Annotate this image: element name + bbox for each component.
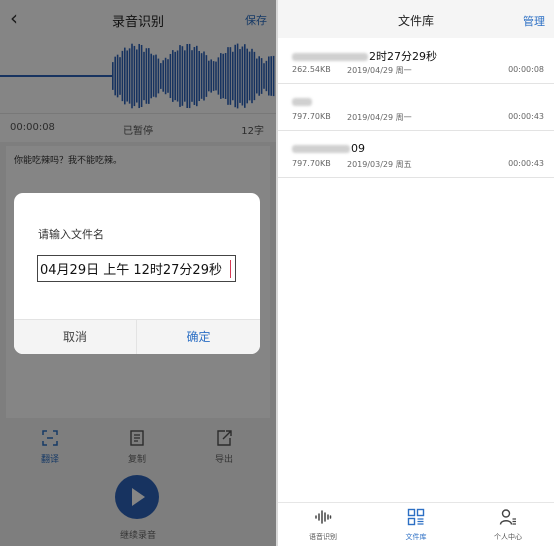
- tab-label: 文件库: [405, 533, 427, 541]
- file-size: 797.70KB: [292, 112, 331, 121]
- redacted-text: [292, 98, 312, 106]
- file-name: 09: [292, 142, 365, 155]
- manage-button[interactable]: 管理: [523, 13, 545, 29]
- file-date: 2019/04/29 周一: [347, 66, 412, 75]
- top-bar: 文件库 管理: [278, 0, 554, 38]
- file-duration: 00:00:43: [508, 112, 544, 121]
- dialog-buttons: 取消 确定: [14, 319, 260, 354]
- redacted-text: [292, 145, 350, 153]
- redacted-text: [292, 53, 368, 61]
- file-date: 2019/04/29 周一: [347, 113, 412, 122]
- confirm-button[interactable]: 确定: [137, 320, 260, 354]
- file-duration: 00:00:08: [508, 65, 544, 74]
- filename-dialog: 请输入文件名 取消 确定: [14, 193, 260, 354]
- waveform-icon: [315, 510, 332, 524]
- tab-label: 个人中心: [494, 533, 522, 541]
- file-item[interactable]: 797.70KB 2019/04/29 周一 00:00:43: [278, 85, 554, 131]
- file-date: 2019/03/29 周五: [347, 160, 412, 169]
- file-item[interactable]: 09 797.70KB 2019/03/29 周五 00:00:43: [278, 132, 554, 178]
- bottom-tab-bar: 语音识别 文件库 个人中心: [278, 502, 554, 546]
- user-profile-icon: [499, 509, 516, 525]
- tab-label: 语音识别: [309, 533, 337, 541]
- cancel-button[interactable]: 取消: [14, 320, 137, 354]
- file-size: 797.70KB: [292, 159, 331, 168]
- dialog-title: 请输入文件名: [38, 228, 104, 241]
- tab-profile[interactable]: 个人中心: [468, 508, 548, 542]
- tab-file-library[interactable]: 文件库: [376, 508, 456, 542]
- file-name: 2时27分29秒: [292, 48, 437, 64]
- filename-input[interactable]: [37, 255, 236, 282]
- page-title: 文件库: [397, 14, 434, 28]
- tab-speech-recognition[interactable]: 语音识别: [283, 508, 363, 542]
- file-library-screen: 文件库 管理 2时27分29秒 262.54KB 2019/04/29 周一 0…: [278, 0, 554, 546]
- file-duration: 00:00:43: [508, 159, 544, 168]
- recording-screen: ‹ 录音识别 保存 00:00:08 已暂停 12字 你能吃辣吗？我不能吃辣。 …: [0, 0, 276, 546]
- file-item[interactable]: 2时27分29秒 262.54KB 2019/04/29 周一 00:00:08: [278, 38, 554, 84]
- file-library-icon: [407, 508, 425, 526]
- file-name: [292, 95, 313, 108]
- text-caret: [230, 260, 231, 278]
- file-size: 262.54KB: [292, 65, 331, 74]
